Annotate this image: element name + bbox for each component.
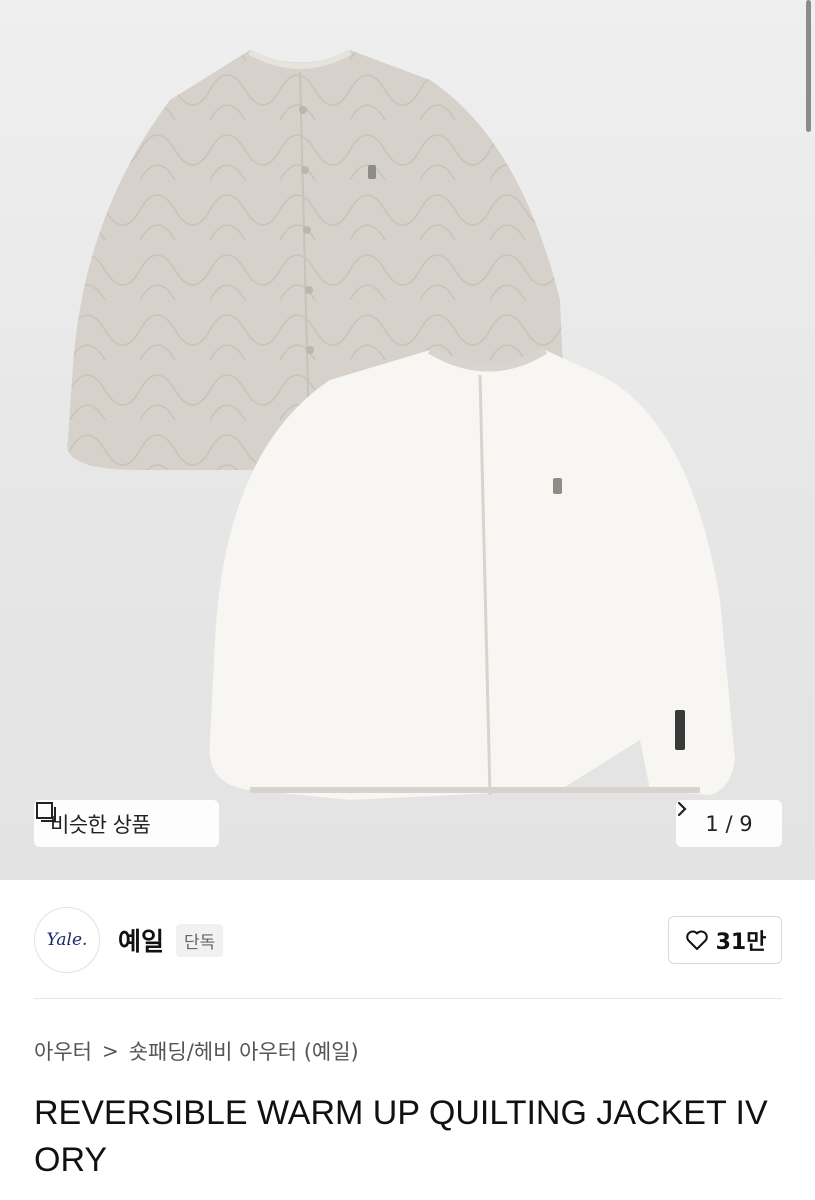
like-count: 31만 (715, 930, 767, 955)
similar-products-icon (36, 802, 56, 822)
breadcrumb-category[interactable]: 아우터 (34, 1036, 92, 1066)
divider (34, 998, 782, 999)
current-page: 1 (705, 811, 719, 836)
ivory-fleece-jacket (209, 346, 735, 800)
product-title: REVERSIBLE WARM UP QUILTING JACKET IVORY (34, 1094, 768, 1179)
heart-icon (685, 930, 708, 950)
page-scrollbar[interactable] (806, 0, 811, 132)
product-photo (67, 49, 735, 800)
breadcrumb-subcategory[interactable]: 숏패딩/헤비 아우터 (예일) (129, 1036, 359, 1066)
page-separator: / (725, 811, 733, 836)
like-button[interactable]: 31만 (668, 916, 782, 964)
total-pages: 9 (739, 811, 753, 836)
image-page-counter[interactable]: 1 / 9 (676, 800, 782, 847)
similar-products-label: 비슷한 상품 (50, 812, 151, 837)
brand-row: Yale. 예일 단독 31만 (34, 906, 782, 974)
brand-logo-text: Yale. (46, 930, 88, 950)
brand-logo[interactable]: Yale. (34, 907, 100, 973)
chevron-right-icon (677, 801, 687, 817)
breadcrumb-separator: > (101, 1039, 119, 1063)
breadcrumb: 아우터 > 숏패딩/헤비 아우터 (예일) (34, 1036, 359, 1066)
brand-name[interactable]: 예일 (118, 922, 164, 958)
page-indicator: 1 / 9 (705, 812, 752, 836)
exclusive-badge: 단독 (176, 923, 224, 957)
similar-products-button[interactable]: 비슷한 상품 (34, 800, 219, 847)
product-image-gallery[interactable]: 비슷한 상품 1 / 9 (0, 0, 815, 880)
